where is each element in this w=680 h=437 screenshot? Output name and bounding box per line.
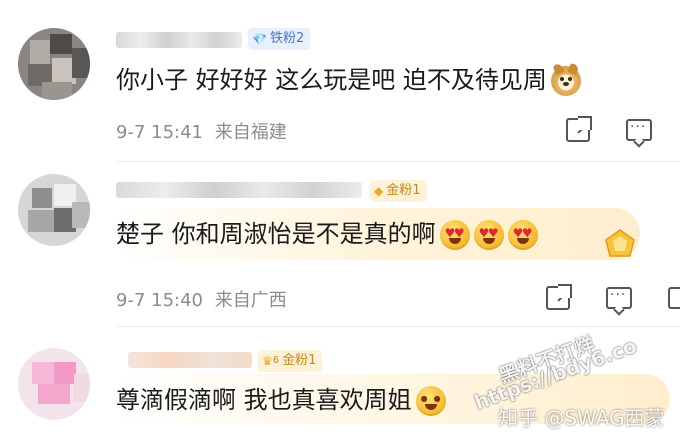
username-blurred[interactable]: [128, 352, 252, 368]
reply-icon[interactable]: [606, 287, 632, 309]
reply-icon[interactable]: [626, 119, 652, 141]
share-icon[interactable]: [546, 284, 572, 310]
heart-eyes-icon: ♥ ♥: [473, 220, 504, 250]
comment-meta: 9-7 15:40 来自广西: [116, 286, 287, 312]
avatar[interactable]: [18, 28, 90, 100]
fan-badge: ♛ 6 金粉1: [258, 350, 323, 372]
fan-badge: 💎 铁粉2: [248, 28, 311, 50]
comment-meta: 9-7 15:41 来自福建: [116, 118, 287, 144]
comment-time: 9-7 15:41: [116, 122, 203, 143]
share-icon[interactable]: [566, 116, 592, 142]
smiling-face-icon: ● ●: [415, 386, 446, 416]
vip-crown-icon: [605, 229, 635, 257]
comment-location: 来自福建: [214, 122, 287, 143]
comment-time: 9-7 15:40: [116, 290, 203, 311]
divider: [116, 326, 680, 327]
watermark-author: 知乎 @SWAG西蒙: [498, 406, 665, 430]
username-blurred[interactable]: [116, 182, 362, 198]
comment-text: 尊滴假滴啊 我也真喜欢周姐 ● ●: [116, 384, 446, 416]
crown-level-icon: ♛: [262, 354, 273, 368]
avatar[interactable]: [18, 348, 90, 420]
fan-badge: ◆ 金粉1: [370, 180, 427, 202]
like-icon[interactable]: [668, 287, 680, 309]
comment-actions: [546, 284, 680, 310]
heart-eyes-icon: ♥ ♥: [507, 220, 538, 250]
gold-gem-icon: ◆: [374, 184, 384, 198]
diamond-icon: 💎: [252, 32, 267, 46]
comment-text: 你小子 好好好 这么玩是吧 迫不及待见周: [116, 62, 581, 96]
avatar[interactable]: [18, 174, 90, 246]
doge-icon: [550, 62, 581, 96]
comment-actions: [566, 116, 652, 142]
heart-eyes-icon: ♥ ♥: [439, 220, 470, 250]
username-blurred[interactable]: [116, 32, 242, 48]
comment-location: 来自广西: [214, 290, 287, 311]
comment-item-1: 💎 铁粉2 你小子 好好好 这么玩是吧 迫不及待见周 9-7 15:41 来自福…: [0, 0, 680, 162]
comment-text: 楚子 你和周淑怡是不是真的啊 ♥ ♥ ♥ ♥ ♥ ♥: [116, 218, 538, 250]
